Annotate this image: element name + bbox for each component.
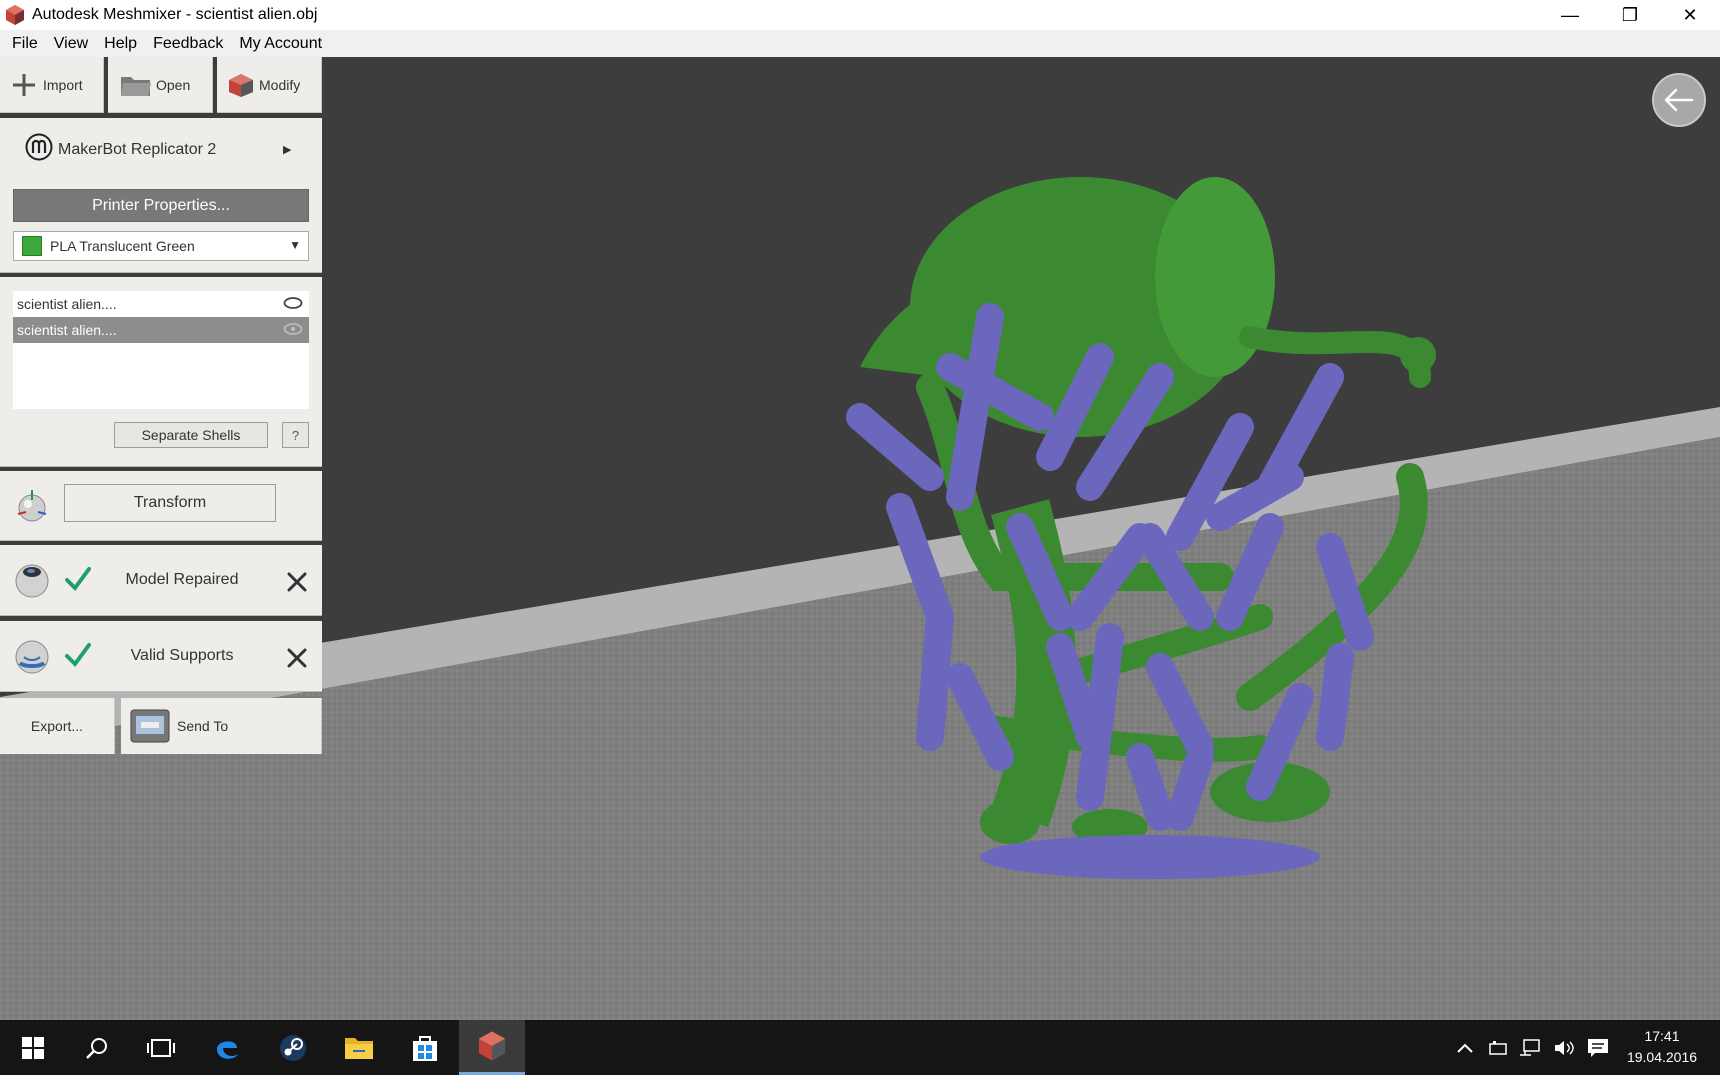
start-button[interactable] — [0, 1020, 66, 1075]
file-explorer-button[interactable] — [326, 1020, 392, 1075]
import-label: Import — [43, 76, 83, 93]
supports-sphere-icon — [15, 640, 49, 674]
network-tray-button[interactable] — [1516, 1020, 1544, 1075]
output-toolbar: Export... Send To — [0, 698, 322, 754]
clock-date: 19.04.2016 — [1626, 1049, 1698, 1065]
store-bag-icon — [413, 1035, 437, 1061]
menu-view[interactable]: View — [46, 30, 96, 57]
transform-button[interactable]: Transform — [64, 484, 276, 522]
action-center-button[interactable] — [1584, 1020, 1612, 1075]
restore-button[interactable]: ❐ — [1600, 0, 1660, 30]
supports-section: Valid Supports — [0, 621, 322, 692]
folder-icon — [121, 76, 151, 96]
search-button[interactable] — [64, 1020, 130, 1075]
network-icon — [1520, 1038, 1540, 1056]
send-to-button[interactable]: Send To — [121, 698, 322, 754]
check-icon — [65, 567, 91, 592]
meshmixer-taskbar-button[interactable] — [459, 1020, 525, 1075]
window-title: Autodesk Meshmixer - scientist alien.obj — [32, 6, 318, 23]
tools-x-icon[interactable] — [286, 648, 308, 668]
menu-help[interactable]: Help — [96, 30, 145, 57]
notification-icon — [1588, 1038, 1608, 1057]
object-name: scientist alien.... — [17, 296, 117, 312]
chevron-up-icon — [1457, 1043, 1473, 1053]
transform-gizmo-icon — [17, 490, 47, 522]
edge-icon — [217, 1040, 238, 1059]
clock-time: 17:41 — [1644, 1028, 1680, 1044]
object-list-item[interactable]: scientist alien.... — [13, 291, 309, 317]
store-button[interactable] — [392, 1020, 458, 1075]
menu-feedback[interactable]: Feedback — [145, 30, 231, 57]
minimize-button[interactable]: — — [1540, 0, 1600, 30]
printer-device-icon — [130, 709, 170, 743]
open-button[interactable]: Open — [108, 57, 213, 113]
edge-browser-button[interactable] — [194, 1020, 260, 1075]
expand-arrow-icon[interactable]: ▶ — [283, 143, 291, 156]
eye-icon[interactable] — [283, 296, 303, 310]
eye-icon[interactable] — [283, 322, 303, 336]
object-list-item-selected[interactable]: scientist alien.... — [13, 317, 309, 343]
material-color-swatch — [22, 236, 42, 256]
modify-label: Modify — [259, 76, 301, 93]
steam-icon — [280, 1034, 306, 1061]
menu-bar: File View Help Feedback My Account — [0, 30, 1720, 57]
arrow-left-icon — [1664, 88, 1694, 112]
modify-cube-icon — [229, 73, 253, 97]
menu-my-account[interactable]: My Account — [231, 30, 330, 57]
help-button[interactable]: ? — [282, 422, 309, 448]
material-select[interactable]: PLA Translucent Green ▼ — [13, 231, 309, 261]
dropdown-arrow-icon: ▼ — [289, 238, 301, 252]
battery-plug-icon — [1489, 1040, 1507, 1055]
send-to-label: Send To — [177, 718, 229, 734]
inspector-sphere-icon — [15, 564, 49, 598]
meshmixer-app-icon — [6, 5, 24, 25]
export-label: Export... — [30, 718, 84, 734]
minimize-icon: — — [1561, 4, 1579, 25]
windows-logo-icon — [22, 1036, 44, 1059]
top-toolbar: Import Open Modify — [0, 57, 322, 113]
model-repaired-label: Model Repaired — [125, 571, 239, 588]
repair-section: Model Repaired — [0, 545, 322, 616]
tools-x-icon[interactable] — [286, 572, 308, 592]
open-label: Open — [156, 76, 191, 93]
steam-button[interactable] — [260, 1020, 326, 1075]
check-icon — [65, 643, 91, 668]
transform-section: Transform — [0, 471, 322, 541]
close-button[interactable]: ✕ — [1660, 0, 1720, 30]
support-base — [980, 835, 1320, 879]
task-view-button[interactable] — [128, 1020, 194, 1075]
title-bar: Autodesk Meshmixer - scientist alien.obj… — [0, 0, 1720, 30]
object-list: scientist alien.... scientist alien.... — [13, 291, 309, 409]
valid-supports-label: Valid Supports — [130, 647, 234, 664]
search-icon — [86, 1037, 107, 1059]
volume-tray-button[interactable] — [1550, 1020, 1578, 1075]
menu-file[interactable]: File — [4, 30, 46, 57]
objects-section: scientist alien.... scientist alien.... … — [0, 277, 322, 467]
speaker-icon — [1555, 1040, 1574, 1055]
printer-properties-button[interactable]: Printer Properties... — [13, 189, 309, 222]
taskbar: 17:41 19.04.2016 — [0, 1020, 1720, 1075]
import-button[interactable]: Import — [0, 57, 104, 113]
close-icon: ✕ — [1682, 4, 1698, 25]
object-name: scientist alien.... — [17, 322, 117, 338]
printer-name[interactable]: MakerBot Replicator 2 — [58, 141, 216, 159]
makerbot-logo-icon — [25, 133, 53, 161]
separate-shells-button[interactable]: Separate Shells — [114, 422, 268, 448]
plus-icon — [13, 73, 35, 96]
back-button[interactable] — [1652, 73, 1706, 127]
modify-button[interactable]: Modify — [217, 57, 322, 113]
printer-section: MakerBot Replicator 2 ▶ Printer Properti… — [0, 118, 322, 273]
system-clock[interactable]: 17:41 19.04.2016 — [1612, 1026, 1712, 1068]
restore-icon: ❐ — [1621, 4, 1639, 25]
show-hidden-icons-button[interactable] — [1452, 1020, 1478, 1075]
power-tray-button[interactable] — [1484, 1020, 1512, 1075]
folder-icon — [345, 1037, 373, 1059]
meshmixer-app-icon — [478, 1031, 506, 1061]
material-label: PLA Translucent Green — [50, 238, 195, 254]
export-button[interactable]: Export... — [0, 698, 115, 754]
task-view-icon — [147, 1038, 175, 1057]
